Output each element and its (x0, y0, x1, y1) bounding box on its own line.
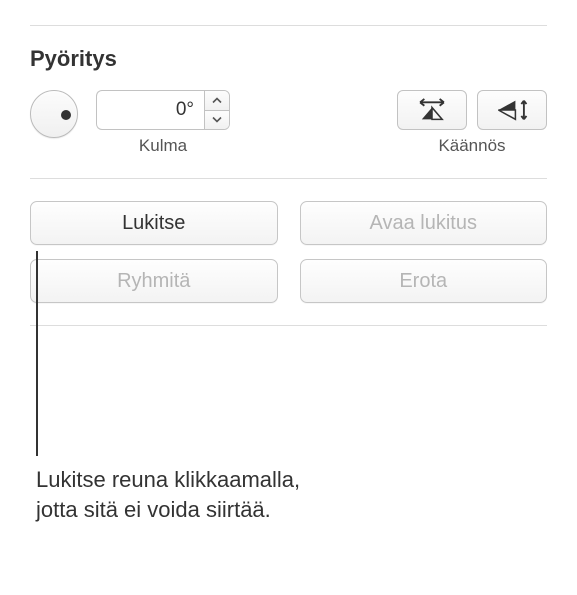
flip-label: Käännös (438, 136, 505, 156)
lock-button[interactable]: Lukitse (30, 201, 278, 245)
rotation-dial[interactable] (30, 90, 78, 138)
angle-step-up[interactable] (205, 91, 229, 111)
rotation-dial-wrap (30, 90, 78, 138)
section-title-rotation: Pyöritys (30, 46, 547, 72)
angle-group: Kulma (96, 90, 230, 156)
chevron-up-icon (212, 97, 222, 104)
flip-horizontal-icon (415, 97, 449, 123)
unlock-button[interactable]: Avaa lukitus (300, 201, 548, 245)
rotation-controls-row: Kulma (30, 90, 547, 156)
angle-stepper (204, 90, 230, 130)
angle-label: Kulma (139, 136, 187, 156)
divider (30, 25, 547, 26)
callout-text: Lukitse reuna klikkaamalla, jotta sitä e… (36, 465, 306, 524)
flip-vertical-icon (495, 97, 529, 123)
inspector-panel: Pyöritys Kulma (0, 0, 577, 346)
flip-buttons (397, 90, 547, 130)
group-button[interactable]: Ryhmitä (30, 259, 278, 303)
angle-step-down[interactable] (205, 111, 229, 130)
flip-horizontal-button[interactable] (397, 90, 467, 130)
callout-leader-line (36, 251, 38, 456)
angle-input[interactable] (96, 90, 204, 130)
angle-field (96, 90, 230, 130)
lock-group-grid: Lukitse Avaa lukitus Ryhmitä Erota (30, 201, 547, 303)
flip-group: Käännös (397, 90, 547, 156)
flip-vertical-button[interactable] (477, 90, 547, 130)
chevron-down-icon (212, 116, 222, 123)
divider (30, 325, 547, 326)
divider (30, 178, 547, 179)
ungroup-button[interactable]: Erota (300, 259, 548, 303)
